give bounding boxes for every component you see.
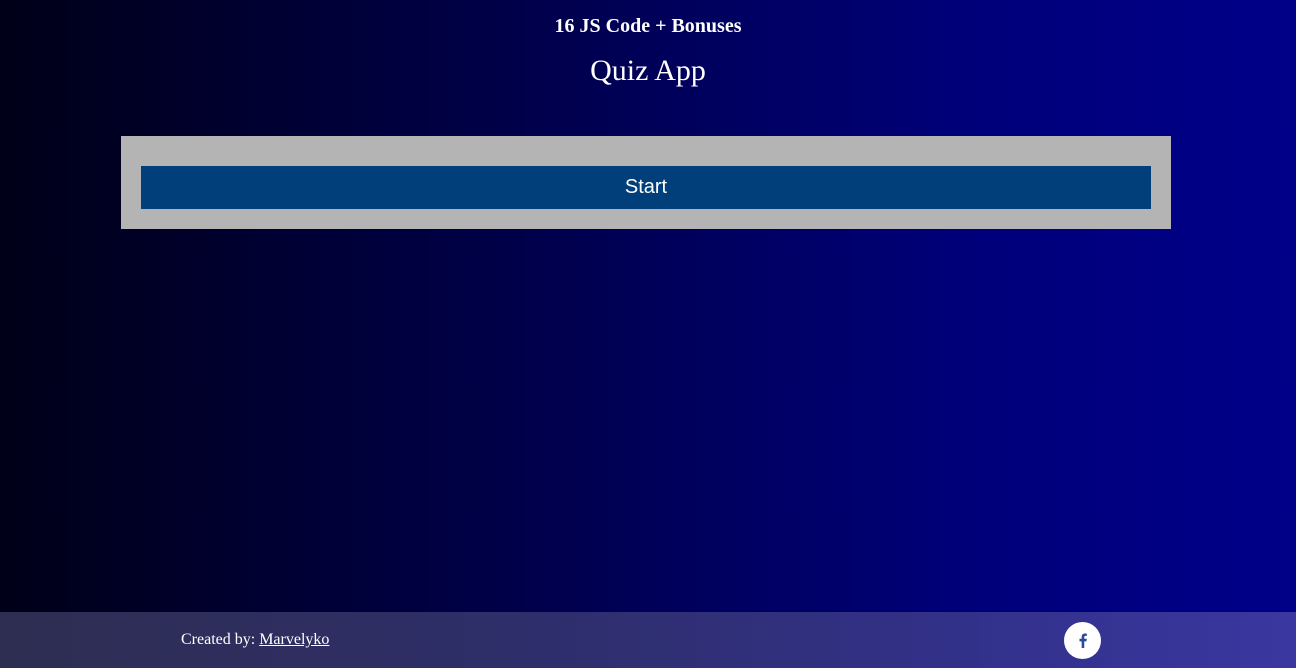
site-title: 16 JS Code + Bonuses	[554, 15, 742, 37]
start-button[interactable]: Start	[141, 166, 1151, 209]
quiz-panel: Start	[121, 136, 1171, 229]
credit-prefix: Created by:	[181, 631, 260, 648]
facebook-button[interactable]	[1064, 622, 1101, 659]
credit-text: Created by: Marvelyko	[181, 630, 329, 650]
footer: Created by: Marvelyko	[0, 612, 1296, 668]
facebook-icon	[1078, 633, 1088, 648]
app-title: Quiz App	[590, 54, 706, 87]
author-link[interactable]: Marvelyko	[259, 631, 329, 648]
